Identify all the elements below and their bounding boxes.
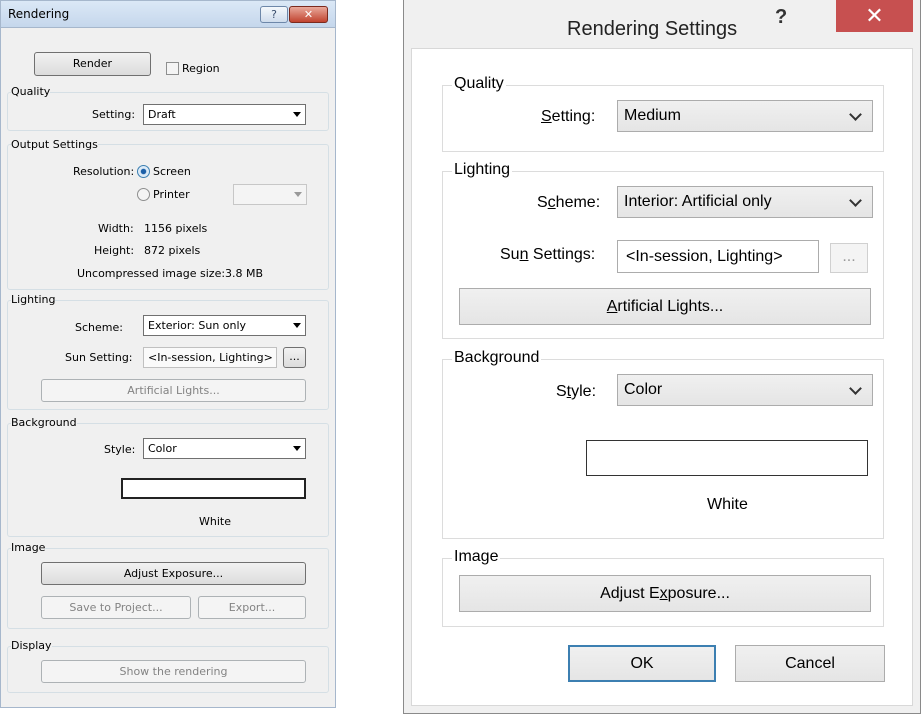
artificial-lights-button[interactable]: Artificial Lights... bbox=[41, 379, 306, 402]
chevron-down-icon bbox=[293, 112, 301, 117]
style-label: Style: bbox=[104, 443, 136, 456]
scheme-value: Exterior: Sun only bbox=[148, 319, 247, 332]
style-select[interactable]: Color bbox=[143, 438, 306, 459]
region-label: Region bbox=[182, 62, 220, 75]
quality-setting-value: Draft bbox=[148, 108, 176, 121]
screen-radio[interactable] bbox=[137, 165, 150, 178]
scheme-value: Interior: Artificial only bbox=[624, 193, 772, 210]
sun-settings-field: <In-session, Lighting> bbox=[617, 240, 819, 273]
rendering-settings-dialog: Rendering Settings ? ✕ Quality Setting: … bbox=[403, 0, 921, 714]
sun-settings-label: Sun Settings: bbox=[500, 246, 596, 263]
cancel-button[interactable]: Cancel bbox=[735, 645, 885, 682]
sun-setting-browse-button[interactable]: ... bbox=[283, 347, 306, 368]
title-bar: Rendering Settings ? ✕ bbox=[404, 0, 920, 47]
chevron-down-icon bbox=[849, 108, 862, 121]
style-select[interactable]: Color bbox=[617, 374, 873, 406]
quality-setting-select[interactable]: Medium bbox=[617, 100, 873, 132]
adjust-exposure-button[interactable]: Adjust Exposure... bbox=[459, 575, 871, 612]
close-button[interactable]: ✕ bbox=[289, 6, 328, 23]
style-label: Style: bbox=[556, 383, 597, 400]
quality-setting-label: Setting: bbox=[92, 108, 136, 121]
chevron-down-icon bbox=[849, 382, 862, 395]
scheme-label: Scheme: bbox=[537, 194, 601, 211]
region-checkbox[interactable] bbox=[166, 62, 179, 75]
color-name: White bbox=[707, 496, 748, 513]
render-button[interactable]: Render bbox=[34, 52, 151, 76]
quality-group-label: Quality bbox=[452, 75, 506, 93]
style-value: Color bbox=[624, 381, 663, 398]
help-button[interactable]: ? bbox=[260, 6, 288, 23]
lighting-group-label: Lighting bbox=[452, 161, 513, 179]
quality-group-label: Quality bbox=[11, 85, 51, 98]
width-value: 1156 pixels bbox=[144, 222, 208, 235]
export-button[interactable]: Export... bbox=[198, 596, 306, 619]
printer-label: Printer bbox=[153, 188, 190, 201]
height-label: Height: bbox=[94, 244, 135, 257]
rendering-dialog: Rendering ? ✕ Render Region Quality Sett… bbox=[0, 0, 336, 708]
screen-label: Screen bbox=[153, 165, 191, 178]
printer-radio[interactable] bbox=[137, 188, 150, 201]
resolution-label: Resolution: bbox=[73, 165, 135, 178]
sun-settings-browse-button[interactable]: ... bbox=[830, 243, 868, 273]
help-button[interactable]: ? bbox=[775, 6, 787, 29]
chevron-down-icon bbox=[294, 192, 302, 197]
quality-setting-label: Setting: bbox=[541, 108, 596, 125]
sun-setting-label: Sun Setting: bbox=[65, 351, 133, 364]
chevron-down-icon bbox=[849, 194, 862, 207]
image-size-value: 3.8 MB bbox=[225, 267, 264, 280]
scheme-label: Scheme: bbox=[75, 321, 123, 334]
scheme-select[interactable]: Interior: Artificial only bbox=[617, 186, 873, 218]
image-group-label: Image bbox=[452, 548, 501, 566]
width-label: Width: bbox=[98, 222, 134, 235]
style-value: Color bbox=[148, 442, 177, 455]
output-settings-group-label: Output Settings bbox=[11, 138, 98, 151]
color-swatch[interactable] bbox=[121, 478, 306, 499]
title-bar: Rendering ? ✕ bbox=[1, 1, 335, 28]
chevron-down-icon bbox=[293, 446, 301, 451]
window-title: Rendering bbox=[8, 7, 70, 21]
window-title: Rendering Settings bbox=[567, 18, 738, 40]
background-group-label: Background bbox=[452, 349, 542, 367]
height-value: 872 pixels bbox=[144, 244, 201, 257]
show-rendering-button[interactable]: Show the rendering bbox=[41, 660, 306, 683]
scheme-select[interactable]: Exterior: Sun only bbox=[143, 315, 306, 336]
background-group-label: Background bbox=[11, 416, 77, 429]
image-group-label: Image bbox=[11, 541, 46, 554]
quality-setting-select[interactable]: Draft bbox=[143, 104, 306, 125]
display-group-label: Display bbox=[11, 639, 52, 652]
chevron-down-icon bbox=[293, 323, 301, 328]
lighting-group-label: Lighting bbox=[11, 293, 56, 306]
quality-setting-value: Medium bbox=[624, 107, 681, 124]
image-size-label: Uncompressed image size: bbox=[77, 267, 226, 280]
printer-select[interactable] bbox=[233, 184, 307, 205]
artificial-lights-button[interactable]: Artificial Lights... bbox=[459, 288, 871, 325]
ok-button[interactable]: OK bbox=[568, 645, 716, 682]
adjust-exposure-button[interactable]: Adjust Exposure... bbox=[41, 562, 306, 585]
save-to-project-button[interactable]: Save to Project... bbox=[41, 596, 191, 619]
color-swatch[interactable] bbox=[586, 440, 868, 476]
close-button[interactable]: ✕ bbox=[836, 0, 913, 32]
sun-setting-field: <In-session, Lighting> bbox=[143, 347, 277, 368]
color-name: White bbox=[199, 515, 231, 528]
